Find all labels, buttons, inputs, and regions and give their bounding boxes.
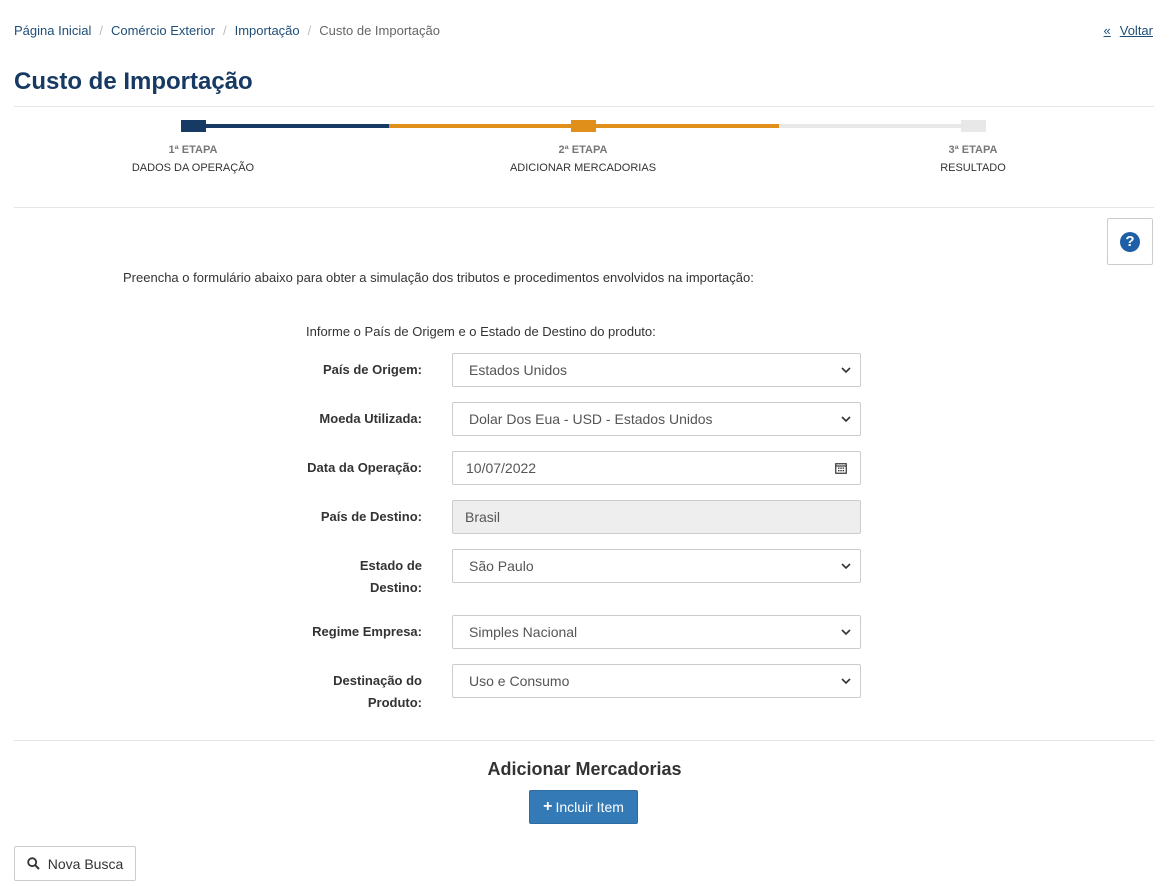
chevron-down-icon [841, 416, 851, 423]
step-label: DADOS DA OPERAÇÃO [131, 162, 255, 174]
back-link[interactable]: « Voltar [1104, 23, 1153, 38]
breadcrumb-home-link[interactable]: Página Inicial [14, 23, 91, 38]
data-operacao-input[interactable]: 10/07/2022 [452, 451, 861, 485]
destinacao-select[interactable]: Uso e Consumo [452, 664, 861, 698]
estado-destino-select[interactable]: São Paulo [452, 549, 861, 583]
estado-destino-label-line1: Estado de [359, 558, 422, 573]
section-title: Adicionar Mercadorias [487, 759, 682, 779]
step-number: 2ª ETAPA [558, 144, 608, 156]
step-2: 2ª ETAPA ADICIONAR MERCADORIAS [483, 144, 683, 174]
pais-destino-value: Brasil [465, 509, 501, 525]
new-search-button[interactable]: Nova Busca [14, 846, 136, 881]
regime-empresa-label: Regime Empresa: [312, 624, 422, 639]
step-label: RESULTADO [940, 162, 1006, 174]
include-item-label: Incluir Item [555, 799, 624, 815]
regime-empresa-value: Simples Nacional [469, 624, 578, 640]
pais-destino-input: Brasil [452, 500, 861, 534]
breadcrumb-separator: / [99, 23, 103, 38]
help-button[interactable]: ? [1107, 218, 1153, 265]
breadcrumb-separator: / [307, 23, 312, 38]
calendar-icon[interactable] [835, 462, 847, 474]
moeda-value: Dolar Dos Eua - USD - Estados Unidos [469, 411, 713, 427]
divider [14, 740, 1154, 741]
estado-destino-label-line2: Destino: [370, 580, 422, 595]
stepper-bar-pending [779, 124, 974, 128]
regime-empresa-select[interactable]: Simples Nacional [452, 615, 861, 649]
chevron-down-icon [841, 367, 851, 374]
step-label: ADICIONAR MERCADORIAS [509, 162, 657, 174]
data-operacao-label: Data da Operação: [307, 460, 422, 475]
chevron-down-icon [841, 629, 851, 636]
question-circle-icon: ? [1120, 231, 1140, 252]
destinacao-value: Uso e Consumo [469, 673, 570, 689]
stepper-node-2 [571, 120, 596, 132]
pais-origem-select[interactable]: Estados Unidos [452, 353, 861, 387]
form-subtitle: Informe o País de Origem e o Estado de D… [306, 324, 656, 339]
pais-origem-value: Estados Unidos [469, 362, 568, 378]
double-chevron-left-icon: « [1103, 23, 1111, 38]
chevron-down-icon [841, 563, 851, 570]
divider [14, 207, 1154, 208]
breadcrumb: Página Inicial / Comércio Exterior / Imp… [14, 23, 440, 38]
stepper-node-3 [961, 120, 986, 132]
data-operacao-value: 10/07/2022 [466, 460, 537, 476]
new-search-label: Nova Busca [47, 855, 124, 872]
destinacao-label-line1: Destinação do [333, 673, 422, 688]
divider [14, 106, 1154, 107]
plus-icon: + [543, 798, 553, 815]
pais-destino-label: País de Destino: [320, 509, 422, 524]
step-number: 3ª ETAPA [948, 144, 998, 156]
step-3: 3ª ETAPA RESULTADO [873, 144, 1073, 174]
step-1: 1ª ETAPA DADOS DA OPERAÇÃO [93, 144, 293, 174]
moeda-label: Moeda Utilizada: [319, 411, 422, 426]
page-title: Custo de Importação [14, 68, 253, 95]
pais-origem-label: País de Origem: [323, 362, 422, 377]
intro-text: Preencha o formulário abaixo para obter … [123, 270, 754, 285]
chevron-down-icon [841, 678, 851, 685]
step-number: 1ª ETAPA [168, 144, 218, 156]
destinacao-label: Destinação do Produto: [282, 670, 422, 714]
search-icon [27, 857, 40, 870]
breadcrumb-importacao-link[interactable]: Importação [235, 23, 300, 38]
estado-destino-value: São Paulo [469, 558, 534, 574]
back-label: Voltar [1119, 23, 1153, 38]
destinacao-label-line2: Produto: [367, 695, 422, 710]
moeda-select[interactable]: Dolar Dos Eua - USD - Estados Unidos [452, 402, 861, 436]
breadcrumb-separator: / [222, 23, 227, 38]
include-item-button[interactable]: + Incluir Item [529, 790, 638, 824]
stepper-node-1 [181, 120, 206, 132]
estado-destino-label: Estado de Destino: [282, 555, 422, 599]
breadcrumb-current: Custo de Importação [319, 23, 440, 38]
breadcrumb-comercio-exterior-link[interactable]: Comércio Exterior [111, 23, 215, 38]
stepper-bar-completed [194, 124, 389, 128]
